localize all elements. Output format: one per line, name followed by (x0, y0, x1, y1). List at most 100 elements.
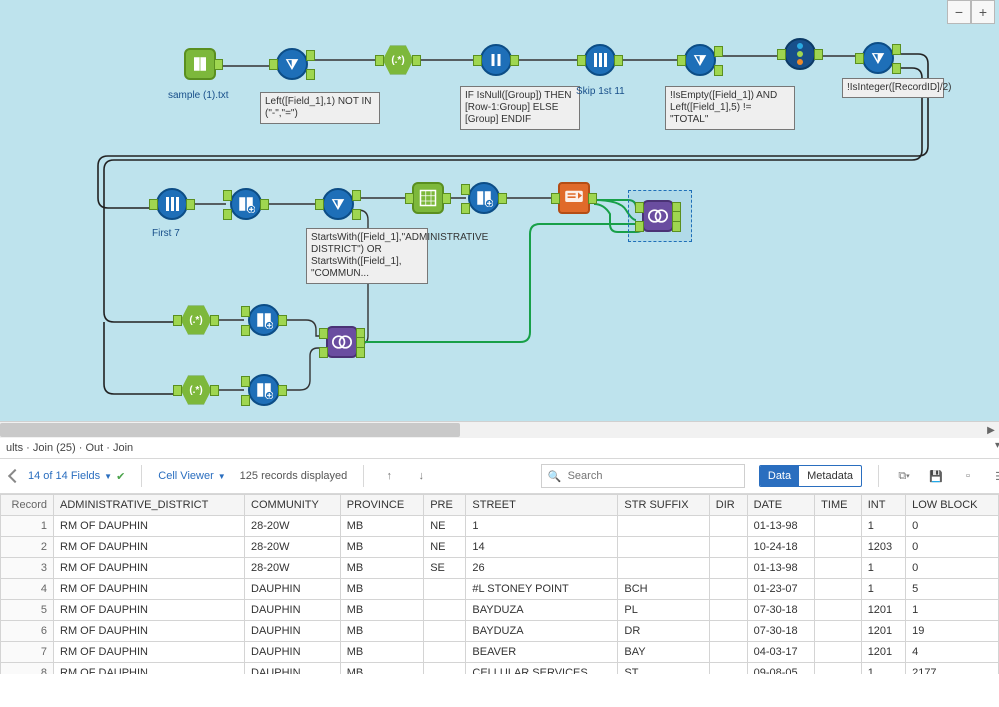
table-cell[interactable]: 1 (861, 516, 905, 537)
table-cell[interactable]: ST (618, 663, 709, 675)
filter-tool-4[interactable]: ⧩ (322, 188, 354, 220)
table-cell[interactable]: DAUPHIN (245, 663, 341, 675)
table-cell[interactable] (709, 537, 747, 558)
table-cell[interactable]: 07-30-18 (747, 621, 815, 642)
join-tool-2[interactable] (326, 326, 358, 358)
append-fields-tool-4[interactable] (248, 374, 280, 406)
table-cell[interactable] (709, 621, 747, 642)
column-header[interactable]: LOW BLOCK (906, 495, 999, 516)
list-icon[interactable]: ☰ (991, 467, 999, 485)
table-cell[interactable]: 1 (1, 516, 54, 537)
table-cell[interactable]: MB (340, 621, 423, 642)
column-header[interactable]: COMMUNITY (245, 495, 341, 516)
table-cell[interactable]: 28-20W (245, 558, 341, 579)
table-row[interactable]: 6RM OF DAUPHINDAUPHINMBBAYDUZADR07-30-18… (1, 621, 999, 642)
table-cell[interactable]: MB (340, 558, 423, 579)
table-cell[interactable] (709, 600, 747, 621)
table-cell[interactable] (709, 663, 747, 675)
table-cell[interactable]: RM OF DAUPHIN (54, 600, 245, 621)
table-row[interactable]: 3RM OF DAUPHIN28-20WMBSE2601-13-9810 (1, 558, 999, 579)
table-cell[interactable] (815, 600, 862, 621)
table-cell[interactable]: 14 (466, 537, 618, 558)
table-cell[interactable]: 28-20W (245, 516, 341, 537)
results-tabstrip[interactable]: ults · Join (25) · Out · Join ▾▴ (0, 438, 999, 459)
table-cell[interactable] (815, 663, 862, 675)
table-cell[interactable]: 04-03-17 (747, 642, 815, 663)
table-cell[interactable]: NE (424, 516, 466, 537)
table-cell[interactable] (709, 579, 747, 600)
table-cell[interactable]: RM OF DAUPHIN (54, 663, 245, 675)
table-cell[interactable] (424, 579, 466, 600)
new-window-icon[interactable]: ▫ (959, 467, 977, 485)
table-cell[interactable]: MB (340, 642, 423, 663)
column-header[interactable]: TIME (815, 495, 862, 516)
table-cell[interactable] (618, 537, 709, 558)
crosstab-tool[interactable] (412, 182, 444, 214)
table-cell[interactable]: PL (618, 600, 709, 621)
multirow-formula-tool[interactable] (480, 44, 512, 76)
search-input[interactable] (566, 469, 730, 483)
table-cell[interactable]: #L STONEY POINT (466, 579, 618, 600)
table-cell[interactable]: 1 (861, 558, 905, 579)
canvas-horizontal-scrollbar[interactable]: ▶ (0, 421, 999, 438)
table-cell[interactable]: 28-20W (245, 537, 341, 558)
column-header[interactable]: INT (861, 495, 905, 516)
data-metadata-toggle[interactable]: Data Metadata (759, 465, 862, 487)
filter-tool-1[interactable]: ⧩ (276, 48, 308, 80)
table-cell[interactable]: BCH (618, 579, 709, 600)
results-collapse-icon[interactable]: ▾▴ (995, 440, 999, 451)
cell-viewer-dropdown[interactable]: Cell Viewer ▼ (158, 470, 225, 482)
table-cell[interactable]: MB (340, 579, 423, 600)
table-cell[interactable]: 19 (906, 621, 999, 642)
column-header[interactable]: DATE (747, 495, 815, 516)
table-cell[interactable]: RM OF DAUPHIN (54, 579, 245, 600)
table-cell[interactable]: MB (340, 663, 423, 675)
fields-dropdown[interactable]: 14 of 14 Fields ▼ ✔ (28, 470, 125, 483)
table-cell[interactable] (815, 558, 862, 579)
table-cell[interactable] (815, 516, 862, 537)
table-cell[interactable] (424, 663, 466, 675)
formula-tool-1[interactable]: (.*) (382, 44, 414, 76)
join-tool-selected[interactable] (642, 200, 674, 232)
table-row[interactable]: 8RM OF DAUPHINDAUPHINMBCELLULAR SERVICES… (1, 663, 999, 675)
table-row[interactable]: 2RM OF DAUPHIN28-20WMBNE1410-24-1812030 (1, 537, 999, 558)
column-header[interactable]: STR SUFFIX (618, 495, 709, 516)
table-cell[interactable]: 8 (1, 663, 54, 675)
table-cell[interactable]: 3 (1, 558, 54, 579)
formula-tool-2[interactable]: (.*) (180, 304, 212, 336)
table-cell[interactable]: RM OF DAUPHIN (54, 621, 245, 642)
table-cell[interactable]: 1201 (861, 600, 905, 621)
table-cell[interactable]: NE (424, 537, 466, 558)
formula-tool-3[interactable]: (.*) (180, 374, 212, 406)
column-header[interactable]: DIR (709, 495, 747, 516)
metadata-tab[interactable]: Metadata (799, 466, 861, 486)
copy-icon[interactable]: ⧉▾ (895, 467, 913, 485)
expand-left-icon[interactable] (8, 469, 22, 483)
table-cell[interactable]: DAUPHIN (245, 642, 341, 663)
table-cell[interactable]: MB (340, 537, 423, 558)
column-header[interactable]: PRE (424, 495, 466, 516)
table-cell[interactable] (815, 579, 862, 600)
results-grid[interactable]: RecordADMINISTRATIVE_DISTRICTCOMMUNITYPR… (0, 494, 999, 674)
save-icon[interactable]: 💾 (927, 467, 945, 485)
table-cell[interactable]: 1201 (861, 621, 905, 642)
table-cell[interactable]: 09-08-05 (747, 663, 815, 675)
table-cell[interactable]: 10-24-18 (747, 537, 815, 558)
table-cell[interactable] (709, 558, 747, 579)
table-row[interactable]: 7RM OF DAUPHINDAUPHINMBBEAVERBAY04-03-17… (1, 642, 999, 663)
table-cell[interactable]: 4 (906, 642, 999, 663)
column-header[interactable]: PROVINCE (340, 495, 423, 516)
table-cell[interactable]: MB (340, 600, 423, 621)
table-cell[interactable]: DAUPHIN (245, 600, 341, 621)
select-tool-first7[interactable] (156, 188, 188, 220)
table-cell[interactable]: RM OF DAUPHIN (54, 537, 245, 558)
table-row[interactable]: 5RM OF DAUPHINDAUPHINMBBAYDUZAPL07-30-18… (1, 600, 999, 621)
arrow-up-icon[interactable]: ↑ (380, 467, 398, 485)
table-row[interactable]: 4RM OF DAUPHINDAUPHINMB#L STONEY POINTBC… (1, 579, 999, 600)
table-cell[interactable] (618, 558, 709, 579)
table-cell[interactable]: 07-30-18 (747, 600, 815, 621)
table-cell[interactable] (424, 600, 466, 621)
table-cell[interactable]: 2177 (906, 663, 999, 675)
select-tool-skip11[interactable] (584, 44, 616, 76)
table-cell[interactable]: DAUPHIN (245, 621, 341, 642)
